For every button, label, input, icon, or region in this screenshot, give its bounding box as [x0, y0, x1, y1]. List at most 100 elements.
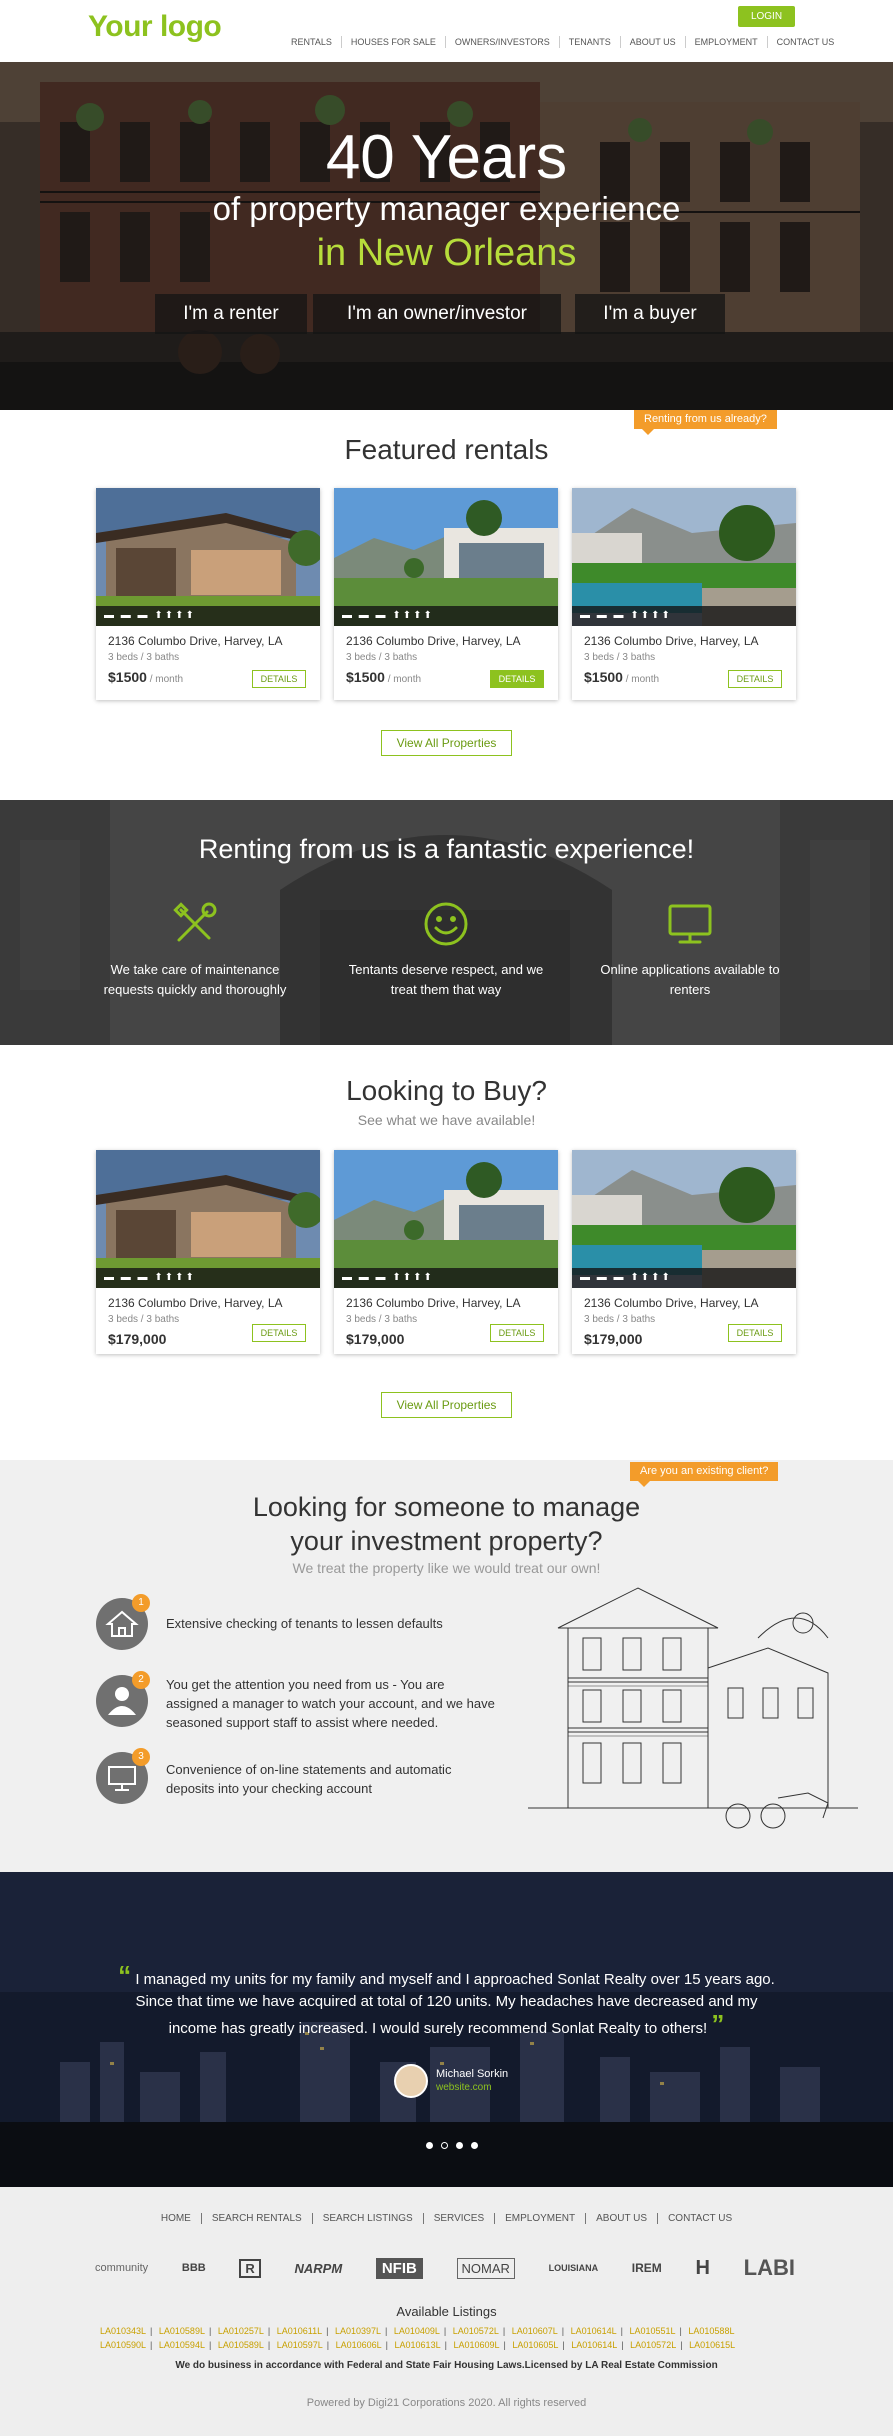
hero-buttons: I'm a renter I'm an owner/investor I'm a… — [155, 294, 725, 334]
testimonial-section: “ I managed my units for my family and m… — [0, 1872, 893, 2187]
nav-contact-us[interactable]: CONTACT US — [766, 36, 844, 48]
footer-nav-about-us[interactable]: ABOUT US — [585, 2213, 657, 2224]
smiley-icon — [424, 902, 468, 946]
listing-link[interactable]: LA010590L — [100, 2340, 146, 2350]
listing-link[interactable]: LA010609L — [453, 2340, 499, 2350]
existing-client-tag[interactable]: Are you an existing client? — [630, 1462, 779, 1487]
price-value: $1500 — [584, 669, 623, 685]
listing-link[interactable]: LA010409L — [394, 2326, 440, 2336]
featured-rentals-title: Featured rentals — [344, 434, 549, 465]
listing-link[interactable]: LA010589L — [218, 2340, 264, 2350]
card-beds: 3 beds / 3 baths — [584, 652, 656, 663]
listing-link[interactable]: LA010597L — [277, 2340, 323, 2350]
footer-nav-home[interactable]: HOME — [151, 2213, 201, 2224]
sale-card[interactable]: ▬ ▬ ▬ ⬆⬆⬆⬆ 2136 Columbo Drive, Harvey, L… — [334, 1150, 558, 1354]
listing-link[interactable]: LA010605L — [512, 2340, 558, 2350]
carousel-dot-active[interactable] — [441, 2142, 448, 2149]
carousel-dot[interactable] — [456, 2142, 463, 2149]
h-logo: H — [695, 2256, 710, 2279]
testimonial-quote: “ I managed my units for my family and m… — [110, 1962, 783, 2040]
details-button[interactable]: DETAILS — [252, 670, 306, 688]
rental-card[interactable]: ▬ ▬ ▬ ⬆⬆⬆⬆ 2136 Columbo Drive, Harvey, L… — [572, 488, 796, 700]
nav-tenants[interactable]: TENANTS — [558, 36, 620, 48]
irem-logo: IREM — [631, 2261, 662, 2275]
listing-link[interactable]: LA010572L — [453, 2326, 499, 2336]
details-button[interactable]: DETAILS — [490, 1324, 544, 1342]
rental-card[interactable]: ▬ ▬ ▬ ⬆⬆⬆⬆ 2136 Columbo Drive, Harvey, L… — [96, 488, 320, 700]
listing-link[interactable]: LA010343L — [100, 2326, 146, 2336]
feature-respect: Tentants deserve respect, and we treat t… — [346, 900, 546, 1000]
sale-card[interactable]: ▬ ▬ ▬ ⬆⬆⬆⬆ 2136 Columbo Drive, Harvey, L… — [572, 1150, 796, 1354]
listing-link[interactable]: LA010614L — [571, 2340, 617, 2350]
nav-employment[interactable]: EMPLOYMENT — [684, 36, 767, 48]
manage-item-text: You get the attention you need from us -… — [166, 1677, 495, 1730]
renting-benefits-section: Renting from us is a fantastic experienc… — [0, 800, 893, 1045]
view-all-listings-button[interactable]: View All Properties — [381, 1392, 512, 1418]
details-button[interactable]: DETAILS — [728, 670, 782, 688]
renting-already-tag[interactable]: Renting from us already? — [634, 410, 777, 435]
community-logo: community — [95, 2262, 149, 2274]
listing-link[interactable]: LA010594L — [159, 2340, 205, 2350]
rental-card[interactable]: ▬ ▬ ▬ ⬆⬆⬆⬆ 2136 Columbo Drive, Harvey, L… — [334, 488, 558, 700]
card-beds: 3 beds / 3 baths — [346, 652, 418, 663]
property-photo: ▬ ▬ ▬ ⬆⬆⬆⬆ — [96, 488, 320, 626]
property-photo: ▬ ▬ ▬ ⬆⬆⬆⬆ — [334, 488, 558, 626]
author-website[interactable]: website.com — [436, 2082, 492, 2093]
nav-owners-investors[interactable]: OWNERS/INVESTORS — [444, 36, 559, 48]
listing-link[interactable]: LA010397L — [335, 2326, 381, 2336]
site-header: Your logo LOGIN RENTALS HOUSES FOR SALE … — [0, 0, 893, 62]
login-button[interactable]: LOGIN — [738, 6, 795, 27]
footer-nav-services[interactable]: SERVICES — [422, 2213, 494, 2224]
main-nav: RENTALS HOUSES FOR SALE OWNERS/INVESTORS… — [282, 36, 843, 48]
quote-text: I managed my units for my family and mys… — [135, 1971, 775, 2037]
avatar — [394, 2064, 428, 2098]
listing-link[interactable]: LA010607L — [512, 2326, 558, 2336]
listing-link[interactable]: LA010613L — [395, 2340, 441, 2350]
buyer-button[interactable]: I'm a buyer — [575, 294, 725, 334]
renter-button[interactable]: I'm a renter — [155, 294, 307, 334]
listing-link[interactable]: LA010614L — [571, 2326, 617, 2336]
listing-link[interactable]: LA010551L — [630, 2326, 676, 2336]
listing-link[interactable]: LA010257L — [218, 2326, 264, 2336]
owner-investor-button[interactable]: I'm an owner/investor — [313, 294, 561, 334]
details-button[interactable]: DETAILS — [728, 1324, 782, 1342]
nav-rentals[interactable]: RENTALS — [282, 36, 341, 48]
price-value: $1500 — [346, 669, 385, 685]
property-photo: ▬ ▬ ▬ ⬆⬆⬆⬆ — [334, 1150, 558, 1288]
carousel-dot[interactable] — [426, 2142, 433, 2149]
details-button[interactable]: DETAILS — [490, 670, 544, 688]
listing-link[interactable]: LA010572L — [630, 2340, 676, 2350]
property-management-section: Are you an existing client? Looking for … — [0, 1460, 893, 1872]
fair-housing-notice: We do business in accordance with Federa… — [175, 2360, 718, 2371]
listings-row: LA010343L | LA010589L | LA010257L | LA01061… — [100, 2326, 735, 2336]
listing-link[interactable]: LA010615L — [689, 2340, 735, 2350]
nav-houses-for-sale[interactable]: HOUSES FOR SALE — [340, 36, 445, 48]
card-address: 2136 Columbo Drive, Harvey, LA — [108, 1296, 283, 1310]
feature-text: We take care of maintenance requests qui… — [103, 962, 287, 997]
listing-link[interactable]: LA010589L — [159, 2326, 205, 2336]
hero-banner: 40 Years of property manager experience … — [0, 62, 893, 410]
view-all-rentals-button[interactable]: View All Properties — [381, 730, 512, 756]
listing-link[interactable]: LA010606L — [336, 2340, 382, 2350]
site-logo[interactable]: Your logo — [88, 10, 222, 44]
details-button[interactable]: DETAILS — [252, 1324, 306, 1342]
footer-nav-search-listings[interactable]: SEARCH LISTINGS — [311, 2213, 423, 2224]
hero-title: 40 Years — [325, 123, 568, 192]
listing-link[interactable]: LA010611L — [277, 2326, 322, 2336]
feature-online-applications: Online applications available to renters — [590, 900, 790, 1000]
listings-row: LA010590L | LA010594L | LA010589L | LA01059… — [100, 2340, 736, 2350]
price-period: / month — [622, 674, 660, 685]
amenities-strip: ▬ ▬ ▬ ⬆⬆⬆⬆ — [334, 606, 558, 626]
number-badge: 1 — [132, 1594, 150, 1612]
listings-links: LA010343L | LA010589L | LA010257L | LA01061… — [100, 2324, 800, 2352]
nav-about-us[interactable]: ABOUT US — [619, 36, 685, 48]
listing-link[interactable]: LA010588L — [688, 2326, 734, 2336]
sale-card[interactable]: ▬ ▬ ▬ ⬆⬆⬆⬆ 2136 Columbo Drive, Harvey, L… — [96, 1150, 320, 1354]
number-badge: 3 — [132, 1748, 150, 1766]
footer-nav-search-rentals[interactable]: SEARCH RENTALS — [200, 2213, 312, 2224]
renting-title: Renting from us is a fantastic experienc… — [198, 834, 695, 864]
footer-nav-contact-us[interactable]: CONTACT US — [657, 2213, 742, 2224]
hero-subtitle: of property manager experience — [212, 190, 681, 227]
footer-nav-employment[interactable]: EMPLOYMENT — [494, 2213, 585, 2224]
carousel-dot[interactable] — [471, 2142, 478, 2149]
